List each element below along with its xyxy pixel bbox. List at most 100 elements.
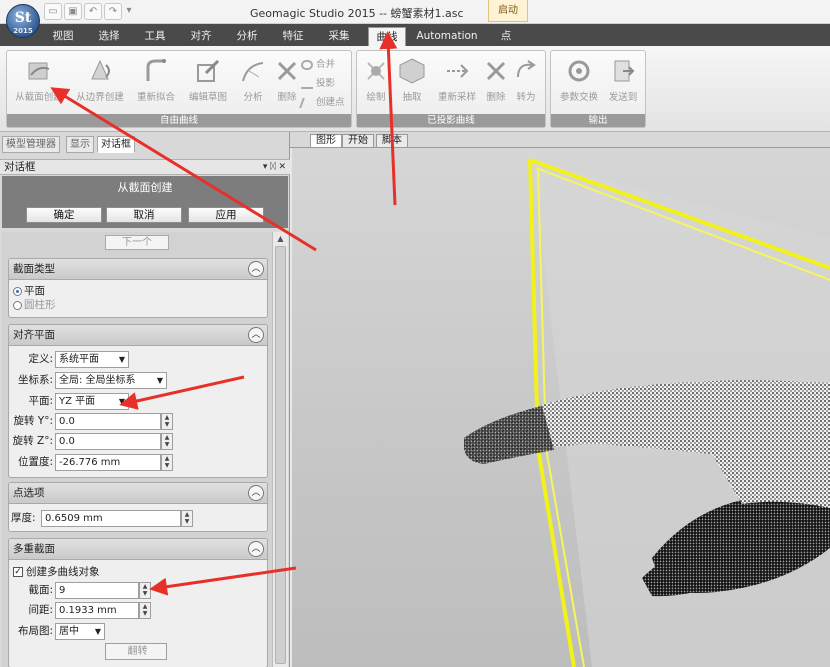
rot-y-spinner[interactable]: ▲ ▼	[161, 413, 173, 430]
ribbon-tab-bar: 视图 选择 工具 对齐 分析 特征 采集 曲线 Automation 点	[0, 24, 830, 46]
collapse-icon[interactable]: ︿	[248, 541, 264, 557]
redo-icon[interactable]: ↷	[104, 3, 122, 20]
new-file-icon[interactable]: ▭	[44, 3, 62, 20]
coord-select[interactable]: 全局: 全局坐标系 ▼	[55, 372, 167, 389]
spacing-label: 间距:	[28, 604, 53, 616]
layout-value: 居中	[59, 626, 79, 637]
draw-button[interactable]: 绘制	[357, 55, 395, 111]
radio-off-icon	[13, 300, 22, 310]
define-select[interactable]: 系统平面 ▼	[55, 351, 129, 368]
spacing-spinner[interactable]: ▲ ▼	[139, 602, 151, 619]
thickness-label: 厚度:	[11, 512, 36, 524]
tab-script[interactable]: 脚本	[376, 134, 408, 148]
section-type-header[interactable]: 截面类型 ︿	[9, 259, 267, 280]
context-tab[interactable]: 启动	[488, 0, 528, 22]
group-projected-curves-label: 已投影曲线	[357, 114, 545, 127]
panel-scrollbar[interactable]: ▲	[272, 232, 288, 667]
thickness-input[interactable]: 0.6509 mm	[41, 510, 181, 527]
sections-input[interactable]: 9	[55, 582, 139, 599]
tab-select[interactable]: 选择	[92, 27, 126, 46]
delete-projected-label: 删除	[486, 92, 506, 103]
resample-button[interactable]: 重新采样	[431, 55, 483, 111]
create-from-boundary-button[interactable]: 从边界创建	[71, 55, 129, 111]
flip-button[interactable]: 翻转	[105, 643, 167, 660]
layout-select[interactable]: 居中 ▼	[55, 623, 105, 640]
tab-align[interactable]: 对齐	[184, 27, 218, 46]
rot-z-spinner[interactable]: ▲ ▼	[161, 433, 173, 450]
rot-z-input[interactable]: 0.0	[55, 433, 161, 450]
create-from-section-button[interactable]: 从截面创建	[11, 55, 67, 111]
radio-cylinder-label: 圆柱形	[24, 299, 56, 311]
section-type-title: 截面类型	[13, 263, 55, 275]
send-to-button[interactable]: 发送到	[601, 55, 645, 111]
rot-y-label: 旋转 Y°:	[13, 415, 53, 427]
refit-icon	[146, 59, 166, 81]
thickness-spinner[interactable]: ▲ ▼	[181, 510, 193, 527]
tab-view[interactable]: 视图	[46, 27, 80, 46]
section-curve-icon	[28, 62, 50, 80]
tab-capture[interactable]: 采集	[322, 27, 356, 46]
plane-select[interactable]: YZ 平面 ▼	[55, 393, 129, 410]
radio-cylinder[interactable]: 圆柱形	[13, 296, 56, 314]
save-icon[interactable]: ▣	[64, 3, 82, 20]
dialog-header-controls[interactable]: ▾ ᛞ ✕	[263, 160, 286, 174]
tab-curves[interactable]: 曲线	[368, 27, 406, 46]
curve-analysis-label: 分析	[243, 92, 263, 103]
delete-projected-icon	[486, 61, 506, 81]
coord-value: 全局: 全局坐标系	[59, 375, 136, 386]
tab-automation[interactable]: Automation	[416, 27, 478, 46]
collapse-icon[interactable]: ︿	[248, 485, 264, 501]
tab-graphics[interactable]: 图形	[310, 134, 342, 148]
scroll-up-icon[interactable]: ▲	[275, 234, 286, 244]
next-button[interactable]: 下一个	[105, 235, 169, 250]
position-input[interactable]: -26.776 mm	[55, 454, 161, 471]
plane-label: 平面:	[28, 395, 53, 407]
tab-model-manager[interactable]: 模型管理器	[2, 136, 60, 153]
rot-z-label: 旋转 Z°:	[12, 435, 53, 447]
parameter-exchange-button[interactable]: 参数交换	[553, 55, 605, 111]
app-logo[interactable]: St 2015	[6, 4, 40, 38]
parameter-exchange-label: 参数交换	[559, 92, 598, 103]
refit-button[interactable]: 重新拟合	[131, 55, 181, 111]
tab-features[interactable]: 特征	[276, 27, 310, 46]
boundary-curve-icon	[91, 59, 110, 80]
tab-points[interactable]: 点	[494, 27, 518, 46]
multi-section-header[interactable]: 多重截面 ︿	[9, 539, 267, 560]
tab-tools[interactable]: 工具	[138, 27, 172, 46]
apply-button[interactable]: 应用	[188, 207, 264, 223]
convert-to-button[interactable]: 转为	[507, 55, 545, 111]
collapse-icon[interactable]: ︿	[248, 261, 264, 277]
tab-start[interactable]: 开始	[342, 134, 374, 148]
multi-section-title: 多重截面	[13, 543, 55, 555]
sections-spinner[interactable]: ▲ ▼	[139, 582, 151, 599]
delete-icon	[277, 61, 297, 81]
tab-analysis[interactable]: 分析	[230, 27, 264, 46]
tab-display[interactable]: 显示	[66, 136, 94, 153]
dialog-header-title: 对话框	[4, 161, 36, 173]
tab-dialog[interactable]: 对话框	[97, 136, 135, 153]
rot-y-input[interactable]: 0.0	[55, 413, 161, 430]
dropdown-arrow-icon: ▼	[118, 355, 125, 364]
graphics-viewport[interactable]	[292, 148, 830, 667]
merge-icon	[301, 59, 313, 70]
ok-button[interactable]: 确定	[26, 207, 102, 223]
edit-sketch-button[interactable]: 编辑草图	[183, 55, 233, 111]
create-multi-curve-checkbox[interactable]: ✓ 创建多曲线对象	[13, 563, 100, 581]
project-button[interactable]: 投影	[301, 76, 335, 91]
extract-icon	[399, 58, 425, 84]
qat-dropdown-icon[interactable]: ▾	[124, 3, 134, 20]
merge-button[interactable]: 合并	[301, 57, 335, 72]
position-spinner[interactable]: ▲ ▼	[161, 454, 173, 471]
scroll-thumb[interactable]	[275, 246, 286, 664]
extract-button[interactable]: 抽取	[393, 55, 431, 111]
align-plane-header[interactable]: 对齐平面 ︿	[9, 325, 267, 346]
merge-label: 合并	[316, 59, 336, 70]
undo-icon[interactable]: ↶	[84, 3, 102, 20]
create-point-button[interactable]: 创建点	[299, 95, 345, 110]
point-options-header[interactable]: 点选项 ︿	[9, 483, 267, 504]
extract-label: 抽取	[402, 92, 422, 103]
cancel-button[interactable]: 取消	[106, 207, 182, 223]
ribbon: 从截面创建 从边界创建 重新拟合 编辑草图 分析 删除 合并 投影 创建点 自由…	[0, 46, 830, 132]
collapse-icon[interactable]: ︿	[248, 327, 264, 343]
spacing-input[interactable]: 0.1933 mm	[55, 602, 139, 619]
